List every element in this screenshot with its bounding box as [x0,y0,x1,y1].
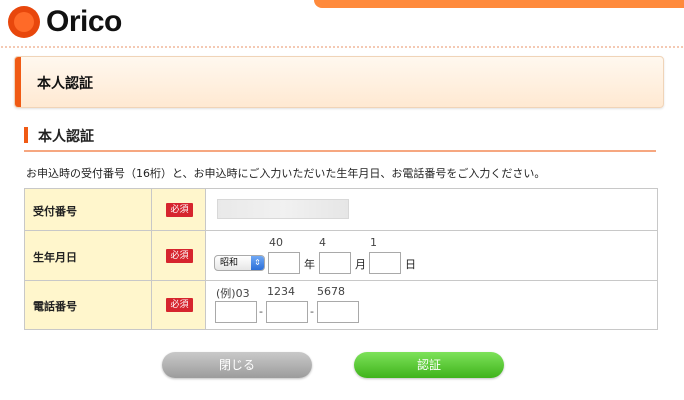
required-badge: 必須 [166,203,193,217]
month-unit: 月 [355,258,366,271]
day-hint: 1 [370,236,377,249]
year-hint: 40 [269,236,283,249]
required-cell: 必須 [152,281,206,329]
phone-label: 電話番号 [33,300,77,313]
header-divider [0,46,684,48]
auth-form-table: 受付番号 必須 生年月日 必須 40 4 1 昭和 ⇕ 年 月 日 電話番号 必… [24,188,658,330]
section-heading: 本人認証 [24,124,656,152]
close-button[interactable]: 閉じる [162,352,312,378]
form-row-receipt: 受付番号 必須 [25,189,657,231]
birthdate-label: 生年月日 [33,251,77,264]
birth-year-input[interactable] [268,252,300,274]
orico-logo-icon [8,6,40,38]
instruction-text: お申込時の受付番号（16桁）と、お申込時にご入力いただいた生年月日、お電話番号を… [26,167,546,180]
form-row-phone: 電話番号 必須 (例)03 1234 5678 - - [25,281,657,329]
label-cell: 生年月日 [25,231,152,280]
day-unit: 日 [405,258,416,271]
label-cell: 電話番号 [25,281,152,329]
phone-part3-input[interactable] [317,301,359,323]
logo-text: Orico [46,5,122,38]
orico-logo[interactable]: Orico [8,5,122,39]
chevron-updown-icon: ⇕ [251,256,264,270]
authenticate-button[interactable]: 認証 [354,352,504,378]
required-badge: 必須 [166,249,193,263]
phone-part1-input[interactable] [215,301,257,323]
receipt-label: 受付番号 [33,205,77,218]
phone-part2-input[interactable] [266,301,308,323]
label-cell: 受付番号 [25,189,152,230]
birth-day-input[interactable] [369,252,401,274]
phone-separator: - [259,305,263,318]
phone-part2-hint: 1234 [267,285,295,298]
form-row-birthdate: 生年月日 必須 40 4 1 昭和 ⇕ 年 月 日 [25,231,657,281]
receipt-number-input[interactable] [217,199,349,219]
required-badge: 必須 [166,298,193,312]
page-title-bar: 本人認証 [14,56,664,108]
birth-month-input[interactable] [319,252,351,274]
phone-part1-hint: (例)03 [216,287,250,300]
phone-separator: - [310,305,314,318]
year-unit: 年 [304,258,315,271]
required-cell: 必須 [152,231,206,280]
page-title: 本人認証 [37,76,93,92]
section-heading-text: 本人認証 [38,129,94,145]
header-ribbon [314,0,684,8]
site-header: Orico [0,0,684,48]
phone-part3-hint: 5678 [317,285,345,298]
era-selected-value: 昭和 [220,258,239,268]
era-select[interactable]: 昭和 ⇕ [214,255,265,271]
required-cell: 必須 [152,189,206,230]
month-hint: 4 [319,236,326,249]
